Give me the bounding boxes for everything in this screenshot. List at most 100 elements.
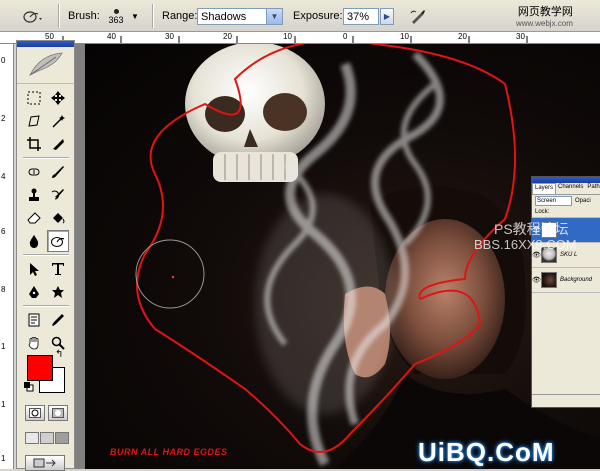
artwork (135, 44, 600, 469)
custom-shape-tool[interactable] (47, 281, 69, 303)
ruler-label: 1 (1, 454, 6, 463)
brush-label: Brush: (68, 10, 100, 22)
brush-tip-icon (113, 9, 119, 14)
canvas-caption: BURN ALL HARD EGDES (110, 447, 228, 457)
airbrush-button[interactable] (406, 0, 430, 32)
eye-icon[interactable]: 👁 (532, 276, 541, 284)
range-value: Shadows (201, 10, 247, 23)
path-selection-tool[interactable] (23, 258, 45, 280)
ruler-label: 20 (458, 32, 467, 41)
crop-icon (27, 137, 41, 151)
layers-tabs: Layers Channels Paths (532, 183, 600, 195)
pen-tool[interactable] (23, 281, 45, 303)
clone-stamp-tool[interactable] (23, 184, 45, 206)
ruler-label: 2 (1, 114, 6, 123)
quick-mask-button[interactable] (48, 405, 68, 421)
ruler-label: 0 (343, 32, 348, 41)
ruler-label: 40 (107, 32, 116, 41)
ruler-horizontal[interactable]: 50 40 30 20 10 0 10 20 30 (0, 32, 600, 44)
magic-wand-icon (52, 115, 65, 128)
brush-tool[interactable] (47, 161, 69, 183)
blur-tool[interactable] (23, 230, 45, 252)
imageready-icon (33, 458, 56, 468)
range-select[interactable]: Shadows ▼ (197, 8, 283, 25)
ruler-label: 8 (1, 285, 6, 294)
type-icon (52, 263, 64, 275)
hand-icon (28, 337, 39, 350)
swap-colors-icon[interactable]: ↰ (55, 349, 63, 360)
layer-thumbnail (541, 272, 557, 288)
ruler-label: 30 (165, 32, 174, 41)
tab-channels[interactable]: Channels (556, 183, 585, 194)
tab-layers[interactable]: Layers (532, 183, 557, 194)
brush-icon (52, 166, 64, 178)
paint-bucket-tool[interactable] (47, 207, 69, 229)
ruler-vertical[interactable]: 0 2 4 6 8 1 1 1 (0, 44, 14, 469)
type-tool[interactable] (47, 258, 69, 280)
eye-icon[interactable]: 👁 (532, 251, 541, 259)
screen-mode-full-button[interactable] (55, 432, 69, 444)
ruler-label: 10 (283, 32, 292, 41)
ruler-label: 1 (1, 342, 6, 351)
foreground-color-swatch[interactable] (27, 355, 53, 381)
ruler-label: 1 (1, 400, 6, 409)
exposure-label: Exposure: (293, 10, 343, 22)
ruler-ticks (62, 36, 528, 43)
site-watermark: 网页教学网 www.webjx.com (516, 3, 573, 28)
brush-preset-picker[interactable]: 363 (104, 0, 128, 32)
lasso-icon (28, 115, 40, 127)
divider (23, 157, 69, 159)
separator (152, 4, 154, 28)
options-bar: Brush: 363 ▼ Range: Shadows ▼ Exposure: … (0, 0, 600, 32)
history-brush-icon (51, 189, 64, 200)
marquee-icon (27, 91, 41, 105)
uibq-watermark: UiBQ.CoM (418, 437, 555, 467)
healing-brush-icon (28, 168, 40, 176)
screen-mode-standard-button[interactable] (25, 432, 39, 444)
layer-row[interactable]: 👁 Background (532, 268, 600, 293)
screen-mode-full-menu-button[interactable] (40, 432, 54, 444)
brush-size: 363 (108, 15, 124, 25)
healing-brush-tool[interactable] (23, 161, 45, 183)
bbs-watermark: BBS.16XX8.COM (474, 237, 577, 252)
notes-icon (28, 313, 40, 327)
tab-paths[interactable]: Paths (585, 183, 600, 194)
layer-name: Background (560, 277, 593, 283)
crop-tool[interactable] (23, 133, 45, 155)
default-colors-icon[interactable] (24, 382, 34, 392)
slice-tool[interactable] (47, 133, 69, 155)
clone-stamp-icon (29, 188, 39, 201)
chevron-down-icon[interactable]: ▼ (266, 9, 282, 24)
exposure-slider-button[interactable]: ▶ (380, 8, 394, 25)
photo-background (85, 44, 600, 469)
move-tool[interactable] (47, 87, 69, 109)
hand-tool[interactable] (23, 332, 45, 354)
magic-wand-tool[interactable] (47, 110, 69, 132)
custom-shape-icon (52, 286, 64, 298)
ruler-label: 30 (516, 32, 525, 41)
burn-tool[interactable] (47, 230, 69, 252)
notes-tool[interactable] (23, 309, 45, 331)
tool-preset-picker[interactable] (18, 0, 48, 32)
range-label: Range: (162, 10, 198, 22)
history-brush-tool[interactable] (47, 184, 69, 206)
eyedropper-tool[interactable] (47, 309, 69, 331)
blend-mode-select[interactable]: Screen (535, 196, 572, 206)
blur-icon (29, 235, 39, 248)
eraser-tool[interactable] (23, 207, 45, 229)
marquee-tool[interactable] (23, 87, 45, 109)
layers-footer (532, 394, 600, 407)
blend-row: Screen Opaci (532, 195, 600, 207)
chevron-down-icon[interactable]: ▼ (131, 0, 139, 32)
zoom-icon (51, 336, 65, 350)
eraser-icon (27, 212, 41, 224)
lasso-tool[interactable] (23, 110, 45, 132)
exposure-input[interactable]: 37% (343, 8, 379, 25)
slice-icon (53, 139, 64, 150)
burn-icon (51, 237, 65, 247)
document-canvas[interactable] (75, 44, 600, 469)
feather-logo[interactable] (17, 47, 74, 84)
standard-mode-icon (29, 408, 41, 418)
ruler-label: 6 (1, 227, 6, 236)
standard-mode-button[interactable] (25, 405, 45, 421)
